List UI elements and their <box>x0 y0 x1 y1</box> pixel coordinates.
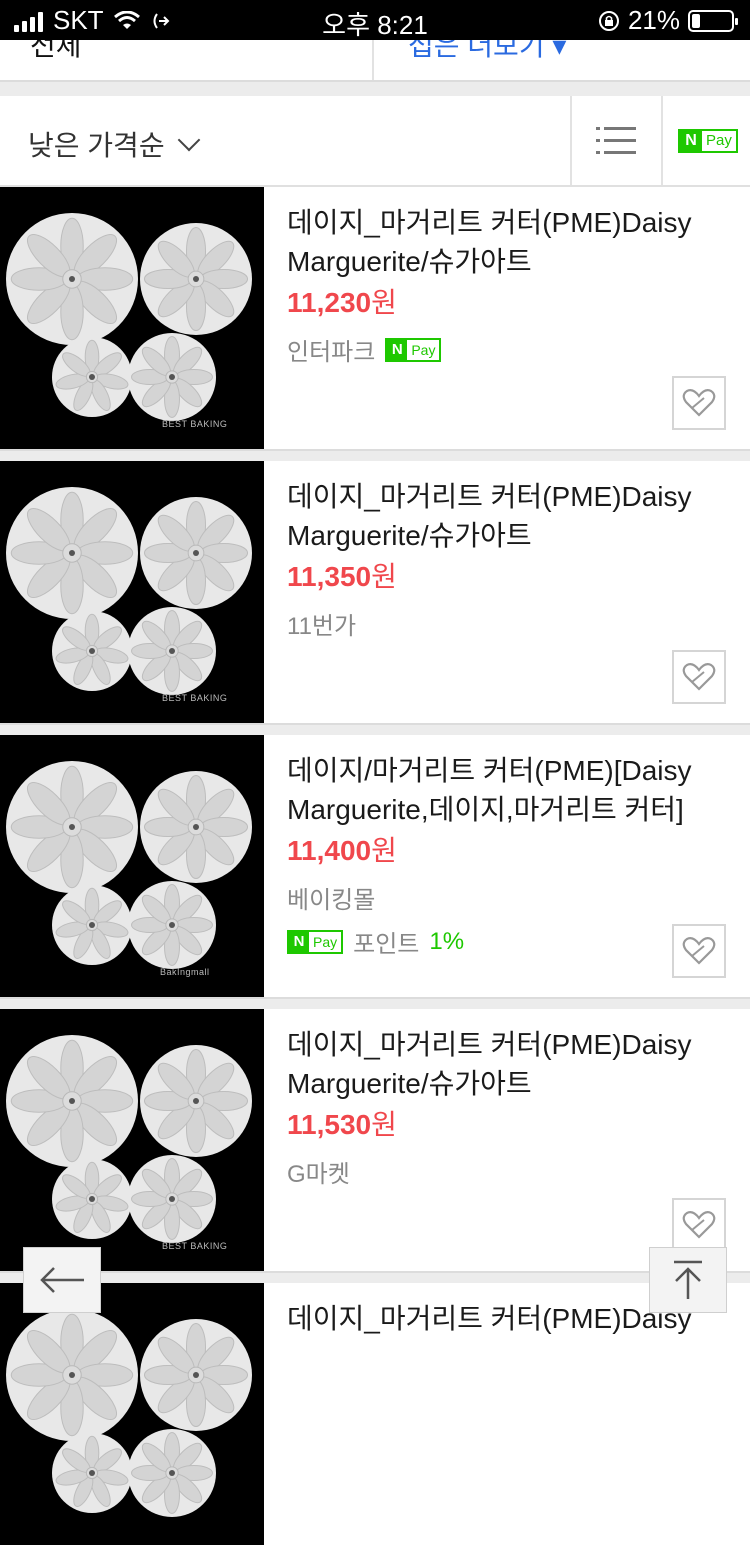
seller-name: 베이킹몰 <box>287 887 376 914</box>
product-price: 11,230원 <box>287 281 397 321</box>
seller-name: G마켓 <box>287 1161 350 1188</box>
price-value: 11,230 <box>287 287 372 318</box>
status-bar: SKT 오후 8:21 21% <box>0 0 750 40</box>
battery-percent: 21% <box>627 5 680 35</box>
wishlist-button[interactable] <box>672 1198 726 1252</box>
back-button[interactable] <box>23 1247 101 1313</box>
price-currency: 원 <box>371 835 397 866</box>
product-title[interactable]: 데이지_마거리트 커터(PME)Daisy Marguerite/슈가아트 <box>287 1025 727 1103</box>
image-watermark: BEST BAKING <box>162 1241 228 1251</box>
product-item[interactable]: BEST BAKING 데이지_마거리트 커터(PME)Daisy Marguer… <box>0 187 750 449</box>
arrow-left-icon <box>40 1267 84 1293</box>
npay-n: N <box>680 131 702 151</box>
item-separator <box>0 449 750 461</box>
point-label: 포인트 <box>353 931 420 958</box>
divider <box>570 96 572 185</box>
point-row: N Pay 포인트 1% <box>287 924 464 959</box>
section-gap <box>0 82 750 96</box>
rotation-lock-icon <box>598 10 619 31</box>
divider <box>661 96 663 185</box>
price-currency: 원 <box>371 287 397 318</box>
price-value: 11,350 <box>287 561 372 592</box>
item-separator <box>0 1271 750 1283</box>
npay-badge: N Pay <box>287 929 344 954</box>
heart-icon <box>682 1211 716 1239</box>
scroll-top-button[interactable] <box>649 1247 727 1313</box>
product-image[interactable]: BEST BAKING <box>0 461 264 723</box>
product-title[interactable]: 데이지_마거리트 커터(PME)Daisy Marguerite/슈가아트 <box>287 203 727 281</box>
seller-name: 11번가 <box>287 613 357 640</box>
cutter-set-image <box>6 1309 252 1517</box>
battery-icon <box>688 9 738 32</box>
product-price: 11,400원 <box>287 829 397 869</box>
product-title[interactable]: 데이지/마거리트 커터(PME)[Daisy Marguerite,데이지,마거… <box>287 751 727 829</box>
npay-text: Pay <box>706 132 732 149</box>
image-watermark: BEST BAKING <box>162 693 228 703</box>
filter-strip: 전체 접은 더보기 ▾ <box>0 40 750 82</box>
cutter-set-image <box>6 1035 252 1243</box>
price-value: 11,400 <box>287 835 372 866</box>
divider <box>372 40 374 80</box>
wishlist-button[interactable] <box>672 650 726 704</box>
category-filter[interactable]: 전체 <box>30 40 82 64</box>
wishlist-button[interactable] <box>672 924 726 978</box>
chevron-down-icon <box>177 128 200 152</box>
product-image[interactable]: BEST BAKING <box>0 1009 264 1271</box>
item-separator <box>0 997 750 1009</box>
heart-icon <box>682 937 716 965</box>
list-view-icon[interactable] <box>596 126 636 156</box>
product-item[interactable]: 데이지_마거리트 커터(PME)Daisy <box>0 1283 750 1545</box>
cutter-set-image <box>6 487 252 695</box>
arrow-up-icon <box>674 1260 702 1299</box>
heart-icon <box>682 389 716 417</box>
product-price: 11,530원 <box>287 1103 397 1143</box>
price-currency: 원 <box>371 1109 397 1140</box>
wishlist-button[interactable] <box>672 376 726 430</box>
sort-dropdown[interactable]: 낮은 가격순 <box>28 124 200 164</box>
product-image[interactable] <box>0 1283 264 1545</box>
seller-row: 베이킹몰 <box>287 880 375 915</box>
product-title[interactable]: 데이지_마거리트 커터(PME)Daisy Marguerite/슈가아트 <box>287 477 727 555</box>
sort-label: 낮은 가격순 <box>28 130 165 161</box>
product-image[interactable]: BakIngmall <box>0 735 264 997</box>
cutter-set-image <box>6 761 252 969</box>
product-item[interactable]: BEST BAKING 데이지_마거리트 커터(PME)Daisy Marguer… <box>0 461 750 723</box>
point-percent: 1% <box>429 927 465 955</box>
seller-row: 11번가 <box>287 606 356 641</box>
product-price: 11,350원 <box>287 555 397 595</box>
seller-name: 인터파크 <box>287 339 376 366</box>
cutter-set-image <box>6 213 252 421</box>
product-item[interactable]: BEST BAKING 데이지_마거리트 커터(PME)Daisy Marguer… <box>0 1009 750 1271</box>
image-watermark: BakIngmall <box>160 967 210 977</box>
heart-icon <box>682 663 716 691</box>
npay-filter-button[interactable]: N Pay <box>678 129 738 153</box>
product-item[interactable]: BakIngmall 데이지/마거리트 커터(PME)[Daisy Marguer… <box>0 735 750 997</box>
seller-row: 인터파크 N Pay <box>287 332 442 367</box>
more-filter-link[interactable]: 접은 더보기 ▾ <box>408 40 566 64</box>
image-watermark: BEST BAKING <box>162 419 228 429</box>
npay-badge: N Pay <box>385 337 442 362</box>
item-separator <box>0 723 750 735</box>
seller-row: G마켓 <box>287 1154 350 1189</box>
sort-bar: 낮은 가격순 N Pay <box>0 96 750 187</box>
price-value: 11,530 <box>287 1109 372 1140</box>
product-image[interactable]: BEST BAKING <box>0 187 264 449</box>
price-currency: 원 <box>371 561 397 592</box>
